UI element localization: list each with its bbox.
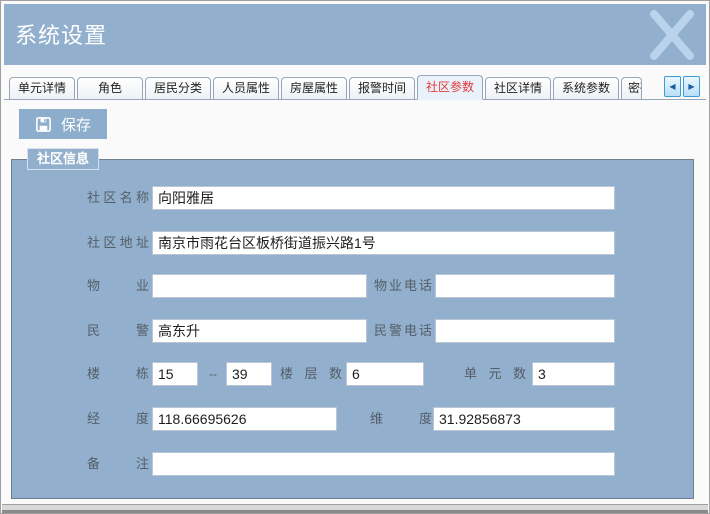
tab-role[interactable]: 角色	[77, 77, 143, 100]
window-bottom-frame	[2, 504, 708, 513]
tab-label: 系统参数	[562, 81, 610, 95]
police-phone-input[interactable]	[435, 319, 615, 343]
property-phone-input[interactable]	[435, 274, 615, 298]
police-phone-label: 民警电话	[374, 319, 432, 343]
form-row: 社区名称	[12, 186, 693, 210]
tab-system-params[interactable]: 系统参数	[553, 77, 619, 100]
building-range-separator: --	[202, 362, 224, 386]
form-row: 物业 物业电话	[12, 274, 693, 298]
tab-scroll-buttons: ◀ ▶	[664, 76, 700, 97]
latitude-input[interactable]	[433, 407, 615, 431]
save-button-label: 保存	[61, 114, 91, 135]
police-label: 民警	[87, 319, 149, 343]
property-phone-label: 物业电话	[374, 274, 432, 298]
save-icon	[35, 116, 52, 133]
remark-input[interactable]	[152, 452, 615, 476]
tab-resident-category[interactable]: 居民分类	[145, 77, 211, 100]
tab-label: 角色	[98, 81, 122, 95]
tab-label: 报警时间	[358, 81, 406, 95]
groupbox-legend: 社区信息	[27, 148, 99, 170]
settings-dialog: 系统设置 单元详情 角色 居民分类 人员属性 房屋属性 报警时间 社区参数 社区…	[0, 0, 710, 514]
tab-label: 单元详情	[18, 81, 66, 95]
units-input[interactable]	[532, 362, 615, 386]
latitude-label: 维度	[370, 407, 432, 431]
community-info-groupbox: 社区名称 社区地址 物业 物业电话 民警 民警电话 楼栋 -- 楼层数 单元数	[11, 159, 694, 499]
form-row: 经度 维度	[12, 407, 693, 431]
property-label: 物业	[87, 274, 149, 298]
units-label: 单元数	[464, 362, 526, 386]
close-icon	[646, 9, 698, 61]
longitude-label: 经度	[87, 407, 149, 431]
tab-label: 社区详情	[494, 81, 542, 95]
tab-label: 居民分类	[154, 81, 202, 95]
building-label: 楼栋	[87, 362, 149, 386]
community-name-input[interactable]	[152, 186, 615, 210]
tab-label: 房屋属性	[290, 81, 338, 95]
remark-label: 备注	[87, 452, 149, 476]
building-from-input[interactable]	[152, 362, 198, 386]
tab-scroll-left-button[interactable]: ◀	[664, 76, 681, 97]
toolbar: 保存	[4, 101, 706, 148]
form-row: 楼栋 -- 楼层数 单元数	[12, 362, 693, 386]
form-row: 民警 民警电话	[12, 319, 693, 343]
tab-strip: 单元详情 角色 居民分类 人员属性 房屋属性 报警时间 社区参数 社区详情 系统…	[4, 73, 706, 100]
longitude-input[interactable]	[152, 407, 337, 431]
tab-scroll-right-button[interactable]: ▶	[683, 76, 700, 97]
building-to-input[interactable]	[226, 362, 272, 386]
tab-unit-detail[interactable]: 单元详情	[9, 77, 75, 100]
community-address-label: 社区地址	[87, 231, 149, 255]
tab-house-attributes[interactable]: 房屋属性	[281, 77, 347, 100]
tab-label: 社区参数	[426, 80, 474, 94]
chevron-right-icon: ▶	[688, 82, 694, 91]
close-button[interactable]	[643, 6, 701, 63]
chevron-left-icon: ◀	[669, 82, 675, 91]
tab-password-clipped[interactable]: 密码	[621, 77, 642, 100]
floors-input[interactable]	[346, 362, 424, 386]
save-button[interactable]: 保存	[19, 109, 107, 139]
tab-community-detail[interactable]: 社区详情	[485, 77, 551, 100]
tab-community-params[interactable]: 社区参数	[417, 75, 483, 100]
community-address-input[interactable]	[152, 231, 615, 255]
tab-label: 密码	[628, 81, 642, 95]
floors-label: 楼层数	[280, 362, 342, 386]
dialog-title: 系统设置	[15, 18, 107, 50]
tab-person-attributes[interactable]: 人员属性	[213, 77, 279, 100]
police-input[interactable]	[152, 319, 367, 343]
form-row: 备注	[12, 452, 693, 476]
tab-alarm-time[interactable]: 报警时间	[349, 77, 415, 100]
form-row: 社区地址	[12, 231, 693, 255]
property-input[interactable]	[152, 274, 367, 298]
community-name-label: 社区名称	[87, 186, 149, 210]
tab-label: 人员属性	[222, 81, 270, 95]
title-bar[interactable]: 系统设置	[4, 4, 706, 65]
